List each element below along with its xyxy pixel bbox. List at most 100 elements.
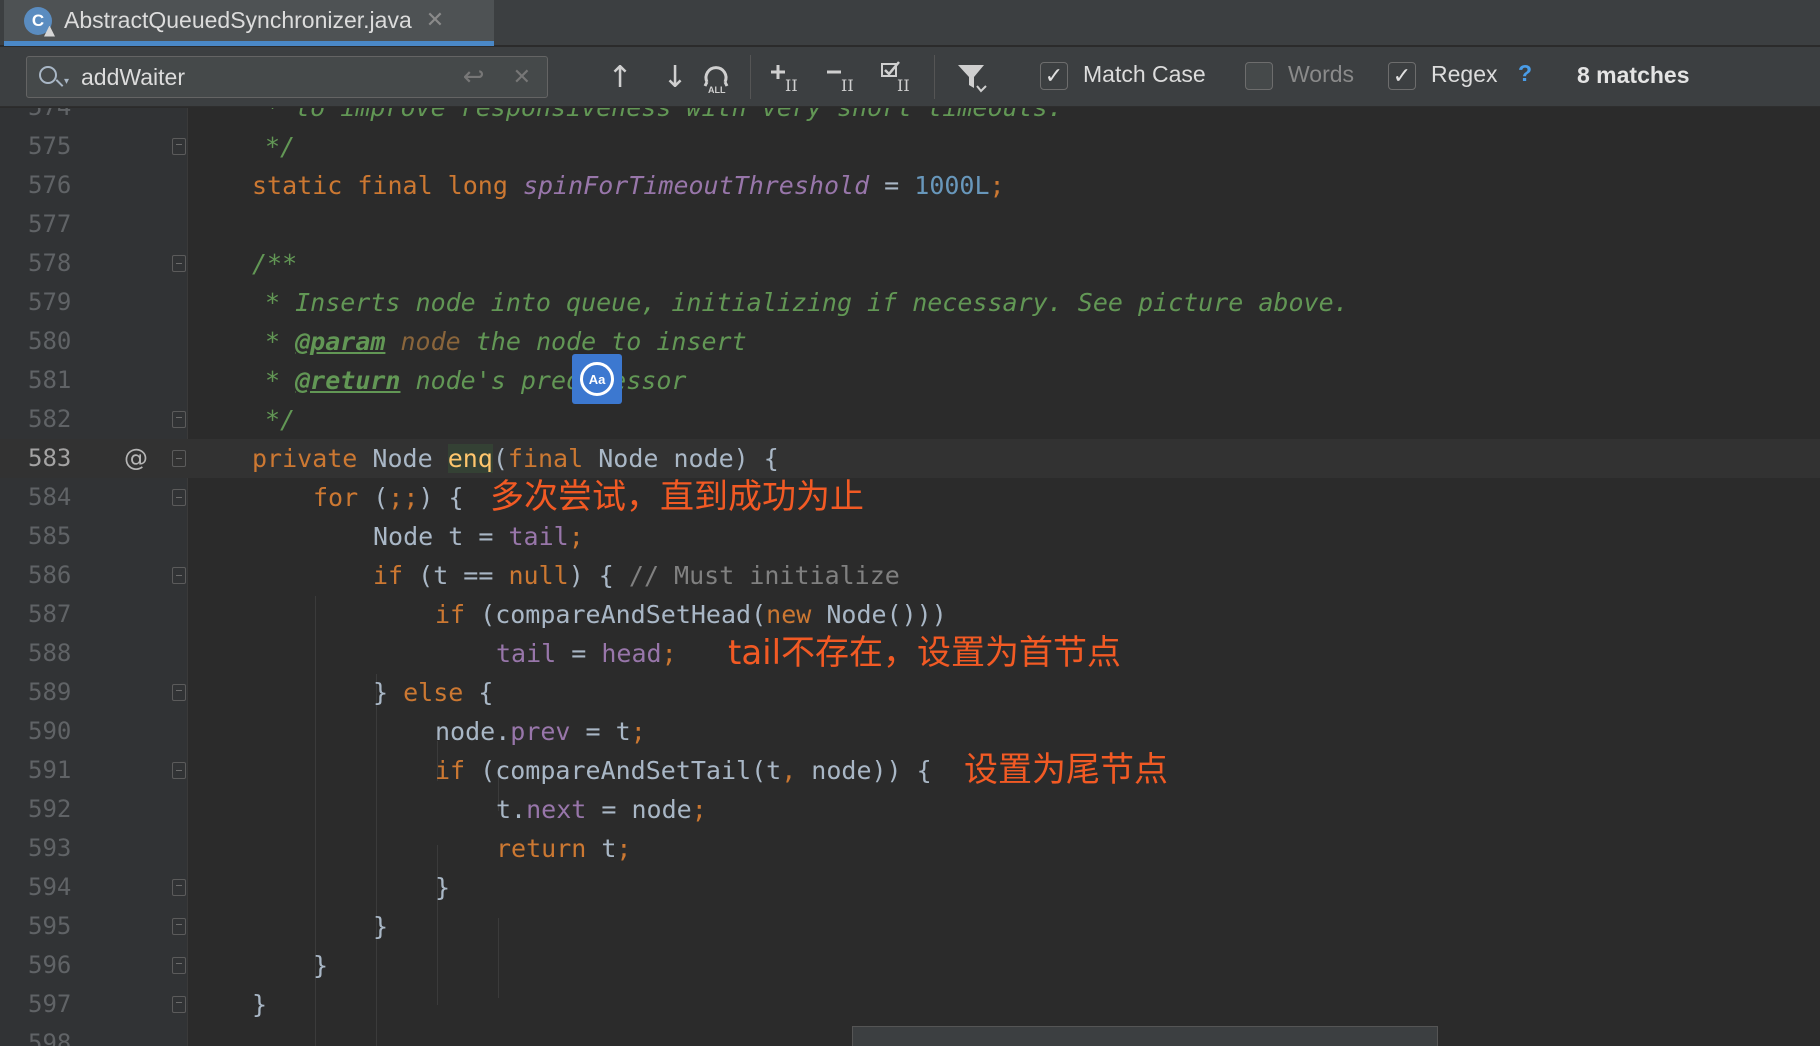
line-number: 598 <box>28 1029 72 1046</box>
fold-start-icon[interactable] <box>172 762 186 779</box>
select-all-occurrences-icon[interactable]: ALL <box>693 57 739 97</box>
code-line: 579 * Inserts node into queue, initializ… <box>0 283 1820 322</box>
code-line: 587 if (compareAndSetHead(new Node())) <box>0 595 1820 634</box>
code-text: * Inserts node into queue, initializing … <box>265 288 1349 317</box>
line-number: 597 <box>28 990 72 1018</box>
code-text: tail = head; <box>496 639 677 668</box>
fold-end-icon[interactable] <box>172 138 186 155</box>
annotation-set-tail: 设置为尾节点 <box>964 750 1168 790</box>
code-line-current: 583 @ private Node enq(final Node node) … <box>0 439 1820 478</box>
match-count: 8 matches <box>1577 62 1690 88</box>
code-text: * to improve responsiveness with very sh… <box>265 108 1063 127</box>
find-toolbar: ▾ addWaiter ↩ ✕ ↑ ↓ ALL II II II ✓ Match… <box>0 47 1820 107</box>
code-line: 586 if (t == null) { // Must initialize <box>0 556 1820 595</box>
code-line: 581 * @return node's predecessor <box>0 361 1820 400</box>
code-line: 580 * @param node the node to insert <box>0 322 1820 361</box>
code-text: for (;;) { <box>313 483 464 512</box>
code-text: if (compareAndSetTail(t, node)) { <box>435 756 932 785</box>
code-text: */ <box>265 132 296 161</box>
code-text: } <box>373 912 389 941</box>
code-line: 597 } <box>0 985 1820 1024</box>
svg-text:II: II <box>785 76 798 94</box>
file-tab[interactable]: C AbstractQueuedSynchronizer.java ✕ <box>4 0 494 46</box>
line-number: 583 <box>28 444 72 472</box>
svg-text:II: II <box>841 76 854 94</box>
line-number: 592 <box>28 795 72 823</box>
code-line: 584 for (;;) { 多次尝试，直到成功为止 <box>0 478 1820 517</box>
search-field[interactable]: ▾ addWaiter ↩ ✕ <box>26 56 548 98</box>
line-number: 580 <box>28 327 72 355</box>
fold-end-icon[interactable] <box>172 918 186 935</box>
code-editor[interactable]: 574 * to improve responsiveness with ver… <box>0 108 1820 1046</box>
fold-end-icon[interactable] <box>172 957 186 974</box>
code-line: 589 } else { <box>0 673 1820 712</box>
fold-start-icon[interactable] <box>172 489 186 506</box>
line-number: 589 <box>28 678 72 706</box>
code-line: 582 */ <box>0 400 1820 439</box>
svg-text:ALL: ALL <box>708 85 726 94</box>
line-number: 579 <box>28 288 72 316</box>
editor-tab-bar: C AbstractQueuedSynchronizer.java ✕ <box>0 0 1820 46</box>
code-text: Node t = tail; <box>373 522 584 551</box>
remove-selection-icon[interactable]: II <box>820 57 864 97</box>
code-line: 592 t.next = node; <box>0 790 1820 829</box>
code-line: 577 <box>0 205 1820 244</box>
line-number: 586 <box>28 561 72 589</box>
search-input[interactable]: addWaiter <box>81 64 463 91</box>
fold-end-icon[interactable] <box>172 879 186 896</box>
fold-end-icon[interactable] <box>172 684 186 701</box>
match-case-label: Match Case <box>1083 61 1206 87</box>
code-line: 594 } <box>0 868 1820 907</box>
add-selection-icon[interactable]: II <box>764 57 808 97</box>
clear-search-icon[interactable]: ✕ <box>513 65 531 90</box>
code-text: * @param node the node to insert <box>265 327 747 356</box>
code-line: 590 node.prev = t; <box>0 712 1820 751</box>
code-line: 593 return t; <box>0 829 1820 868</box>
line-number: 581 <box>28 366 72 394</box>
implemented-marker-icon[interactable]: @ <box>124 439 148 478</box>
code-text: */ <box>265 405 296 434</box>
code-line: 574 * to improve responsiveness with ver… <box>0 108 1820 127</box>
line-number: 584 <box>28 483 72 511</box>
translate-icon: Aa <box>580 362 614 396</box>
next-occurrence-icon[interactable]: ↓ <box>655 57 695 97</box>
code-line: 588 tail = head; tail不存在，设置为首节点 <box>0 634 1820 673</box>
filter-icon[interactable] <box>950 57 994 97</box>
line-number: 594 <box>28 873 72 901</box>
toggle-selection-icon[interactable]: II <box>876 57 920 97</box>
new-line-icon[interactable]: ↩ <box>463 62 485 92</box>
regex-checkbox[interactable]: ✓ <box>1388 62 1416 90</box>
words-checkbox[interactable] <box>1245 62 1273 90</box>
line-number: 596 <box>28 951 72 979</box>
code-text: return t; <box>496 834 632 863</box>
line-number: 578 <box>28 249 72 277</box>
line-number: 582 <box>28 405 72 433</box>
search-icon[interactable]: ▾ <box>37 63 69 91</box>
annotation-retry: 多次尝试，直到成功为止 <box>490 477 864 517</box>
code-line: 591 if (compareAndSetTail(t, node)) { 设置… <box>0 751 1820 790</box>
line-number: 574 <box>28 108 88 127</box>
fold-start-icon[interactable] <box>172 567 186 584</box>
fold-end-icon[interactable] <box>172 996 186 1013</box>
regex-help-link[interactable]: ? <box>1518 60 1532 87</box>
code-text: node.prev = t; <box>435 717 646 746</box>
fold-start-icon[interactable] <box>172 450 186 467</box>
line-number: 595 <box>28 912 72 940</box>
code-line: 576 static final long spinForTimeoutThre… <box>0 166 1820 205</box>
line-number: 588 <box>28 639 72 667</box>
code-text: * @return node's predecessor <box>265 366 687 395</box>
code-text: t.next = node; <box>496 795 707 824</box>
fold-end-icon[interactable] <box>172 411 186 428</box>
line-number: 576 <box>28 171 72 199</box>
line-number: 587 <box>28 600 72 628</box>
code-text: private Node enq(final Node node) { <box>252 444 779 473</box>
fold-start-icon[interactable] <box>172 255 186 272</box>
prev-occurrence-icon[interactable]: ↑ <box>600 57 640 97</box>
match-case-checkbox[interactable]: ✓ <box>1040 62 1068 90</box>
regex-label: Regex <box>1431 61 1498 87</box>
annotation-set-head: tail不存在，设置为首节点 <box>728 633 1122 673</box>
code-text: } <box>252 990 268 1019</box>
file-tab-label: AbstractQueuedSynchronizer.java <box>64 7 412 33</box>
translate-overlay-button[interactable]: Aa <box>572 354 622 404</box>
close-tab-icon[interactable]: ✕ <box>426 8 444 33</box>
